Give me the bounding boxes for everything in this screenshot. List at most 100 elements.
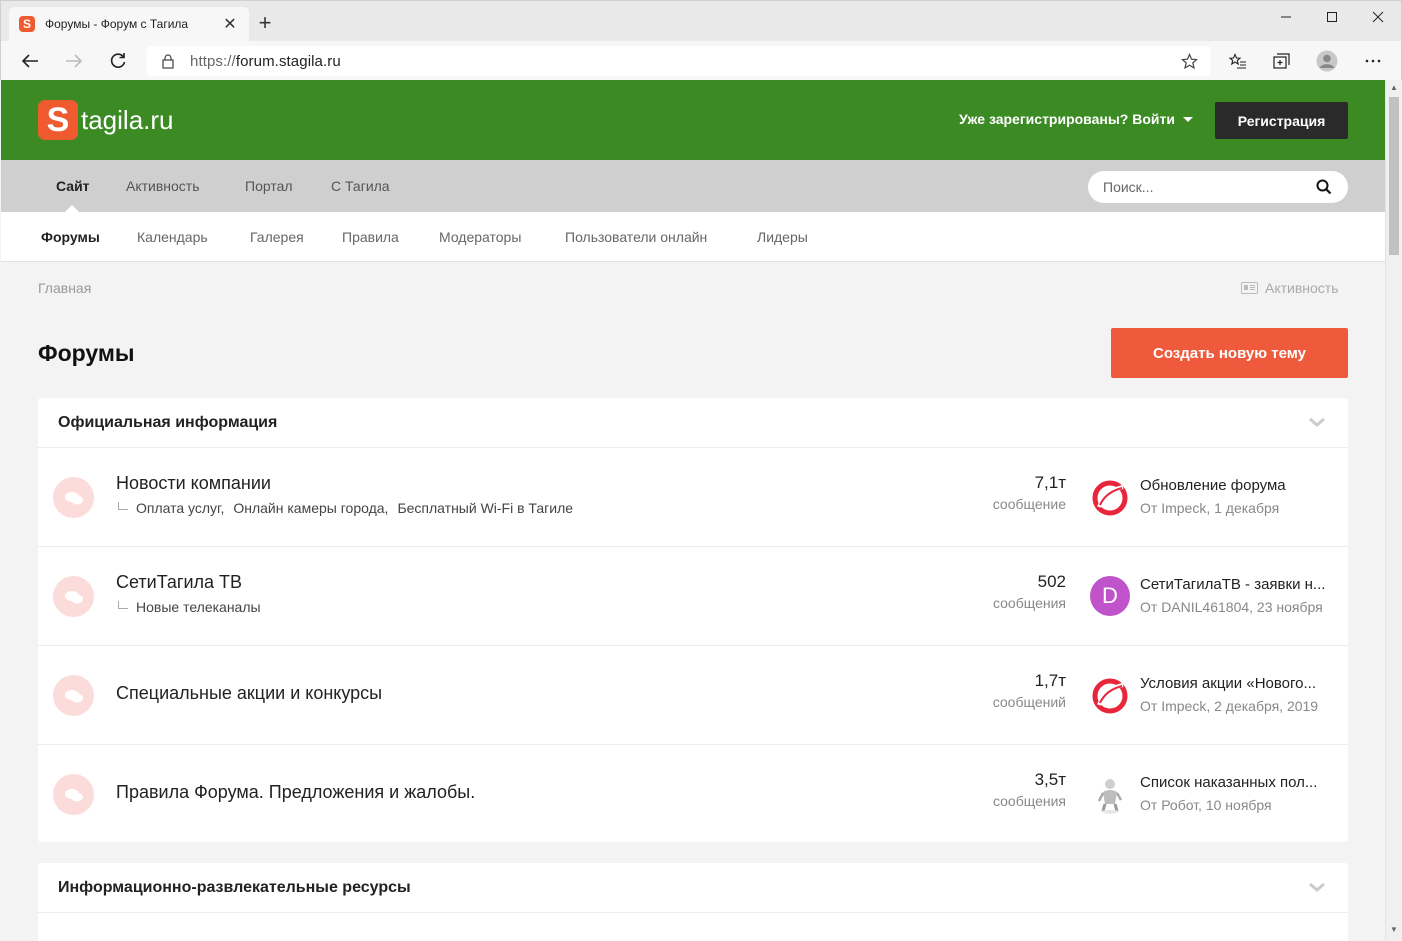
profile-button[interactable]: [1312, 47, 1342, 75]
logo-text: tagila.ru: [81, 104, 174, 135]
browser-toolbar: https://forum.stagila.ru: [1, 41, 1401, 81]
last-post-title[interactable]: СетиТагилаТВ - заявки н...: [1140, 576, 1340, 593]
post-count-label: сообщения: [992, 595, 1066, 611]
scroll-down-icon[interactable]: ▼: [1390, 925, 1398, 934]
subnav-item-rules[interactable]: Правила: [342, 229, 399, 245]
chevron-down-icon[interactable]: [1308, 416, 1326, 428]
post-count: 502 сообщения: [993, 572, 1066, 611]
caret-down-icon: [1182, 116, 1193, 122]
subforum-link[interactable]: Онлайн камеры города,: [233, 500, 388, 516]
post-count: 3,5т сообщения: [993, 770, 1066, 809]
subforum-link[interactable]: Бесплатный Wi-Fi в Тагиле: [397, 500, 573, 516]
more-dots-icon: [1365, 59, 1381, 63]
search-icon[interactable]: [1316, 179, 1332, 195]
category-header: Информационно-развлекательные ресурсы: [38, 863, 1348, 913]
address-bar[interactable]: https://forum.stagila.ru: [147, 46, 1211, 76]
main-nav: Сайт Активность Портал С Тагила Поиск...: [1, 160, 1385, 212]
more-menu-button[interactable]: [1358, 47, 1388, 75]
subforum-list: Новые телеканалы: [118, 599, 270, 615]
create-topic-button[interactable]: Создать новую тему: [1111, 328, 1348, 378]
url-text: https://forum.stagila.ru: [190, 53, 341, 70]
search-input[interactable]: Поиск...: [1088, 171, 1348, 203]
scroll-thumb[interactable]: [1389, 97, 1399, 255]
collections-icon: [1273, 53, 1290, 69]
last-post-meta: От DANIL461804, 23 ноября: [1140, 599, 1323, 615]
breadcrumb[interactable]: Главная: [38, 280, 91, 296]
scroll-up-icon[interactable]: ▲: [1390, 83, 1398, 92]
tab-title: Форумы - Форум с Тагила: [45, 17, 189, 31]
forward-arrow-icon: [66, 54, 83, 68]
forum-title[interactable]: Правила Форума. Предложения и жалобы.: [116, 782, 475, 803]
forum-title[interactable]: СетиТагила ТВ: [116, 572, 242, 593]
last-post-title[interactable]: Список наказанных пол...: [1140, 774, 1340, 791]
reload-button[interactable]: [103, 47, 133, 75]
logo-badge: S: [38, 100, 78, 140]
subnav-item-calendar[interactable]: Календарь: [137, 229, 208, 245]
minimize-icon: [1281, 16, 1291, 18]
subforum-link[interactable]: Оплата услуг,: [136, 500, 224, 516]
signin-label: Уже зарегистрированы? Войти: [959, 111, 1175, 127]
forward-button[interactable]: [59, 47, 89, 75]
user-avatar[interactable]: D: [1090, 576, 1130, 616]
impeck-avatar[interactable]: [1090, 477, 1130, 517]
subforum-elbow-icon: [118, 601, 128, 609]
maximize-button[interactable]: [1309, 1, 1355, 33]
tab-strip: S Форумы - Форум с Тагила ✕ +: [1, 1, 1401, 41]
favorites-icon: [1229, 53, 1246, 69]
subnav-item-online-users[interactable]: Пользователи онлайн: [565, 229, 707, 245]
last-post-title[interactable]: Обновление форума: [1140, 477, 1340, 494]
post-count: 1,7т сообщений: [993, 671, 1066, 710]
forum-row: СетиТагила ТВ Новые телеканалы 502 сообщ…: [38, 547, 1348, 646]
subnav-item-forums[interactable]: Форумы: [41, 229, 100, 245]
category-header: Официальная информация: [38, 398, 1348, 448]
forum-row: Специальные акции и конкурсы 1,7т сообще…: [38, 646, 1348, 745]
mainnav-item-portal[interactable]: Портал: [245, 178, 293, 194]
last-post-meta: От Impeck, 2 декабря, 2019: [1140, 698, 1319, 714]
browser-tab[interactable]: S Форумы - Форум с Тагила ✕: [9, 7, 249, 41]
new-tab-button[interactable]: +: [255, 12, 275, 36]
mainnav-item-activity[interactable]: Активность: [126, 178, 200, 194]
post-count-label: сообщение: [992, 496, 1066, 512]
impeck-avatar[interactable]: [1090, 675, 1130, 715]
forum-title[interactable]: Специальные акции и конкурсы: [116, 683, 382, 704]
window-close-icon: [1372, 11, 1384, 23]
post-count-value: 3,5т: [1034, 770, 1066, 789]
back-button[interactable]: [15, 47, 45, 75]
register-button[interactable]: Регистрация: [1215, 102, 1348, 139]
chat-bubbles-icon: [53, 576, 94, 617]
last-post-title[interactable]: Условия акции «Нового...: [1140, 675, 1340, 692]
chevron-down-icon[interactable]: [1308, 881, 1326, 893]
forum-title[interactable]: Новости компании: [116, 473, 271, 494]
post-count-label: сообщения: [992, 793, 1066, 809]
site-logo[interactable]: S tagila.ru: [38, 100, 174, 140]
browser-chrome: S Форумы - Форум с Тагила ✕ + https://fo…: [0, 0, 1402, 81]
window-close-button[interactable]: [1355, 1, 1401, 33]
newspaper-icon: [1241, 282, 1258, 294]
chat-bubbles-icon: [53, 477, 94, 518]
add-favorite-star-icon[interactable]: [1181, 53, 1198, 70]
activity-link[interactable]: Активность: [1241, 280, 1339, 296]
subforum-list: Оплата услуг, Онлайн камеры города, Бесп…: [118, 500, 582, 516]
collections-button[interactable]: [1267, 47, 1297, 75]
category-block: Информационно-развлекательные ресурсы: [38, 863, 1348, 941]
robot-avatar[interactable]: [1090, 774, 1130, 814]
last-post-meta: От Робот, 10 ноября: [1140, 797, 1272, 813]
post-count-label: сообщений: [992, 694, 1066, 710]
minimize-button[interactable]: [1263, 1, 1309, 33]
forum-row: Правила Форума. Предложения и жалобы. 3,…: [38, 745, 1348, 844]
close-tab-icon[interactable]: ✕: [221, 14, 239, 34]
page-scrollbar[interactable]: ▲ ▼: [1385, 80, 1401, 940]
subnav-item-gallery[interactable]: Галерея: [250, 229, 304, 245]
lock-icon: [162, 54, 174, 69]
subnav-item-moderators[interactable]: Модераторы: [439, 229, 521, 245]
favorites-button[interactable]: [1223, 47, 1253, 75]
post-count-value: 502: [1037, 572, 1066, 591]
mainnav-item-stagila[interactable]: С Тагила: [331, 178, 390, 194]
category-title: Официальная информация: [58, 414, 278, 431]
back-arrow-icon: [21, 54, 38, 68]
subforum-link[interactable]: Новые телеканалы: [136, 599, 261, 615]
chat-bubbles-icon: [53, 675, 94, 716]
mainnav-item-site[interactable]: Сайт: [56, 178, 90, 194]
signin-dropdown[interactable]: Уже зарегистрированы? Войти: [959, 111, 1193, 127]
subnav-item-leaders[interactable]: Лидеры: [757, 229, 808, 245]
